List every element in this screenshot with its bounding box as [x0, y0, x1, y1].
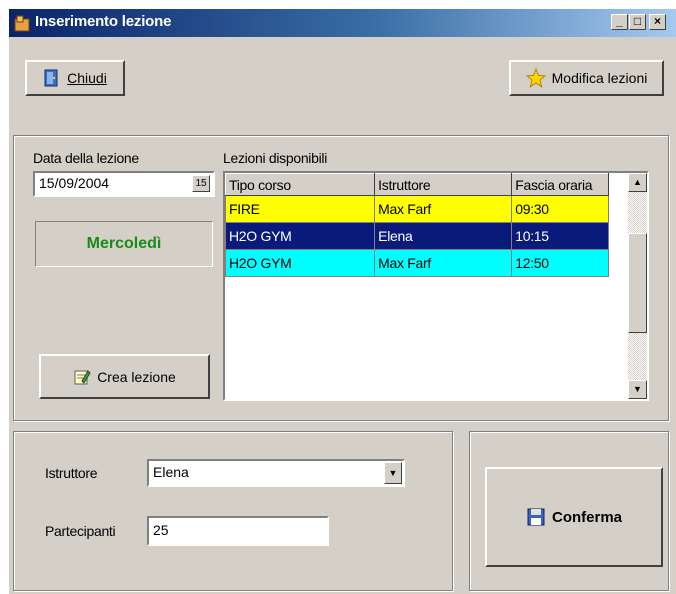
cell-istruttore: Elena	[374, 222, 513, 250]
star-icon	[525, 68, 546, 88]
cell-tipo: FIRE	[224, 195, 376, 223]
cell-fascia: 09:30	[511, 195, 609, 223]
table-row[interactable]: H2O GYM Elena 10:15	[224, 222, 609, 250]
table-row[interactable]: FIRE Max Farf 09:30	[224, 195, 609, 223]
weekday-display: Mercoledì	[35, 221, 213, 267]
app-icon	[14, 15, 30, 32]
table-row[interactable]: H2O GYM Max Farf 12:50	[224, 249, 609, 277]
floppy-disk-icon	[527, 508, 545, 526]
date-value: 15/09/2004	[39, 175, 110, 191]
window: Inserimento lezione _ □ × Chiudi Modific…	[8, 8, 676, 594]
calendar-icon[interactable]: 15	[192, 175, 210, 192]
column-header[interactable]: Istruttore	[374, 173, 513, 196]
participants-input[interactable]: 25	[147, 516, 329, 546]
vertical-scrollbar[interactable]: ▲ ▼	[628, 173, 647, 399]
note-edit-icon	[74, 369, 91, 384]
lessons-list[interactable]: Tipo corso Istruttore Fascia oraria FIRE…	[223, 171, 649, 401]
title-bar[interactable]: Inserimento lezione _ □ ×	[9, 9, 676, 37]
instructor-value: Elena	[153, 464, 189, 480]
participants-value: 25	[153, 522, 169, 538]
instructor-select[interactable]: Elena ▼	[147, 459, 405, 487]
cell-istruttore: Max Farf	[374, 249, 513, 277]
instructor-label: Istruttore	[45, 465, 98, 481]
conferma-label: Conferma	[551, 508, 622, 526]
chiudi-button[interactable]: Chiudi	[25, 60, 125, 96]
date-field[interactable]: 15/09/2004 15	[33, 171, 215, 197]
modifica-lezioni-button[interactable]: Modifica lezioni	[509, 60, 664, 96]
cell-fascia: 12:50	[511, 249, 609, 277]
scrollbar-thumb[interactable]	[628, 233, 647, 333]
chevron-down-icon[interactable]: ▼	[384, 462, 402, 484]
date-label: Data della lezione	[33, 150, 139, 166]
conferma-button[interactable]: Conferma	[485, 467, 663, 567]
column-header[interactable]: Tipo corso	[224, 173, 376, 196]
cell-istruttore: Max Farf	[374, 195, 513, 223]
chiudi-label: Chiudi	[67, 70, 107, 86]
scroll-up-arrow-icon[interactable]: ▲	[628, 173, 647, 192]
cell-tipo: H2O GYM	[224, 222, 376, 250]
close-window-button[interactable]: ×	[649, 14, 666, 30]
table-header: Tipo corso Istruttore Fascia oraria	[224, 173, 609, 196]
maximize-button[interactable]: □	[629, 14, 646, 30]
crea-lezione-button[interactable]: Crea lezione	[39, 354, 210, 399]
lessons-table: Tipo corso Istruttore Fascia oraria FIRE…	[224, 173, 609, 277]
details-group	[13, 431, 453, 591]
door-icon	[44, 69, 58, 87]
window-title: Inserimento lezione	[35, 13, 172, 30]
modifica-lezioni-label: Modifica lezioni	[551, 70, 648, 86]
cell-tipo: H2O GYM	[224, 249, 376, 277]
participants-label: Partecipanti	[45, 523, 116, 539]
scroll-down-arrow-icon[interactable]: ▼	[628, 380, 647, 399]
column-header[interactable]: Fascia oraria	[511, 173, 609, 196]
minimize-button[interactable]: _	[611, 14, 628, 30]
crea-lezione-label: Crea lezione	[97, 368, 176, 385]
cell-fascia: 10:15	[511, 222, 609, 250]
lessons-label: Lezioni disponibili	[223, 150, 328, 166]
weekday-text: Mercoledì	[86, 235, 162, 252]
